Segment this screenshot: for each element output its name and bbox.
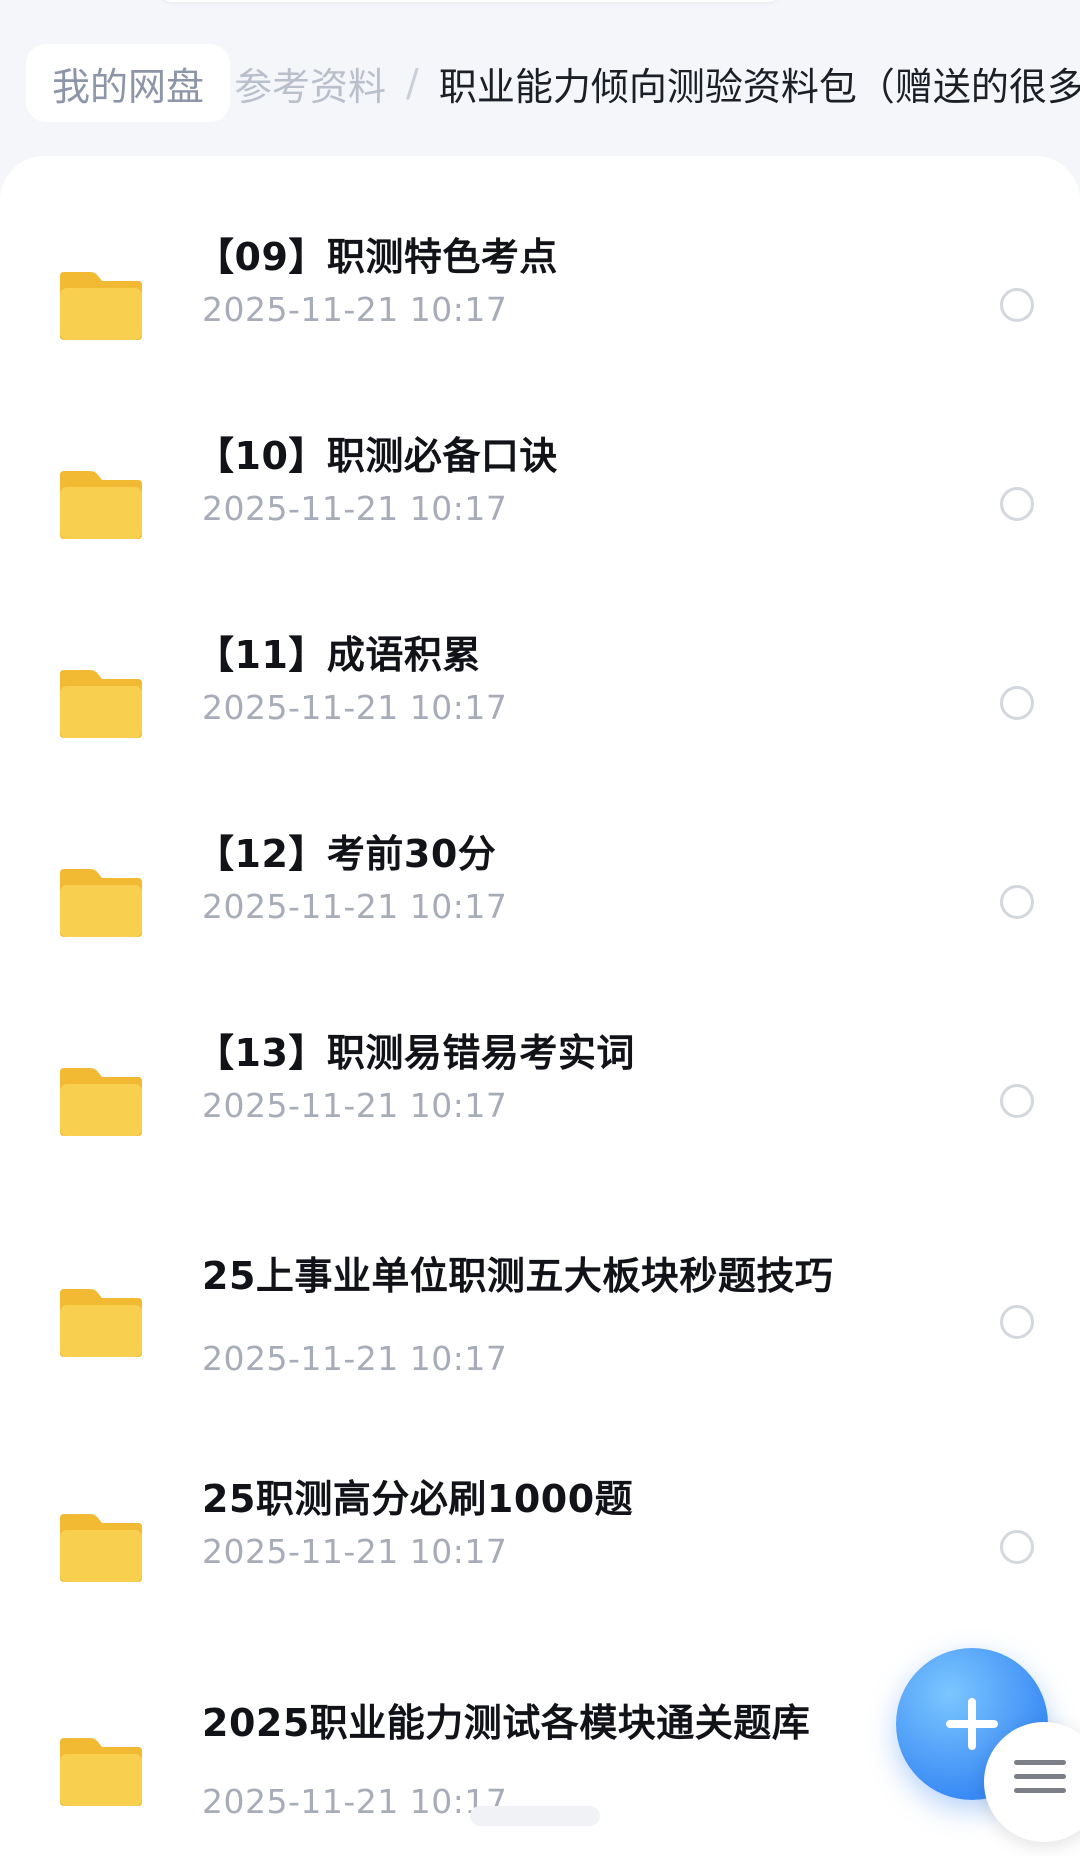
file-row[interactable]: 【11】成语积累 2025-11-21 10:17 xyxy=(0,614,1080,764)
file-date: 2025-11-21 10:17 xyxy=(202,1339,508,1378)
file-name: 【11】成语积累 xyxy=(196,633,481,677)
top-sheet-edge xyxy=(160,0,780,2)
bottom-handle xyxy=(470,1806,600,1826)
plus-icon xyxy=(946,1698,998,1750)
file-name: 【12】考前30分 xyxy=(196,832,497,876)
file-row[interactable]: 25上事业单位职测五大板块秒题技巧 2025-11-21 10:17 xyxy=(0,1235,1080,1415)
file-name: 【09】职测特色考点 xyxy=(196,235,558,279)
select-checkbox[interactable] xyxy=(1000,885,1034,919)
file-name: 【13】职测易错易考实词 xyxy=(196,1031,635,1075)
folder-icon xyxy=(58,1285,144,1359)
file-row[interactable]: 【09】职测特色考点 2025-11-21 10:17 xyxy=(0,216,1080,366)
file-row[interactable]: 【12】考前30分 2025-11-21 10:17 xyxy=(0,813,1080,963)
file-list: 【09】职测特色考点 2025-11-21 10:17 【10】职测必备口诀 2… xyxy=(0,156,1080,1856)
breadcrumb: 我的网盘 参考资料 / 职业能力倾向测验资料包（赠送的很多 xyxy=(0,44,1080,124)
file-date: 2025-11-21 10:17 xyxy=(202,1086,508,1125)
file-date: 2025-11-21 10:17 xyxy=(202,290,508,329)
file-date: 2025-11-21 10:17 xyxy=(202,1782,508,1821)
file-row[interactable]: 25职测高分必刷1000题 2025-11-21 10:17 xyxy=(0,1458,1080,1608)
file-date: 2025-11-21 10:17 xyxy=(202,887,508,926)
breadcrumb-parent-link[interactable]: 参考资料 xyxy=(234,56,386,111)
select-checkbox[interactable] xyxy=(1000,487,1034,521)
folder-icon xyxy=(58,865,144,939)
folder-icon xyxy=(58,1510,144,1584)
breadcrumb-root-link[interactable]: 我的网盘 xyxy=(26,44,231,122)
folder-icon xyxy=(58,1064,144,1138)
folder-icon xyxy=(58,1734,144,1808)
file-row[interactable]: 【10】职测必备口诀 2025-11-21 10:17 xyxy=(0,415,1080,565)
folder-icon xyxy=(58,666,144,740)
breadcrumb-trail: 参考资料 / 职业能力倾向测验资料包（赠送的很多 xyxy=(234,44,1080,122)
file-name: 25上事业单位职测五大板块秒题技巧 xyxy=(202,1254,834,1298)
select-checkbox[interactable] xyxy=(1000,1084,1034,1118)
file-name: 25职测高分必刷1000题 xyxy=(202,1477,634,1521)
select-checkbox[interactable] xyxy=(1000,686,1034,720)
select-checkbox[interactable] xyxy=(1000,1530,1034,1564)
file-name: 【10】职测必备口诀 xyxy=(196,434,558,478)
file-date: 2025-11-21 10:17 xyxy=(202,1532,508,1571)
select-checkbox[interactable] xyxy=(1000,288,1034,322)
breadcrumb-current-folder: 职业能力倾向测验资料包（赠送的很多 xyxy=(438,64,1080,109)
breadcrumb-separator: / xyxy=(406,61,419,105)
file-date: 2025-11-21 10:17 xyxy=(202,688,508,727)
file-row[interactable]: 【13】职测易错易考实词 2025-11-21 10:17 xyxy=(0,1012,1080,1162)
file-name: 2025职业能力测试各模块通关题库 xyxy=(202,1701,811,1745)
hamburger-menu-icon xyxy=(1014,1760,1066,1793)
select-checkbox[interactable] xyxy=(1000,1305,1034,1339)
folder-icon xyxy=(58,268,144,342)
file-date: 2025-11-21 10:17 xyxy=(202,489,508,528)
folder-icon xyxy=(58,467,144,541)
